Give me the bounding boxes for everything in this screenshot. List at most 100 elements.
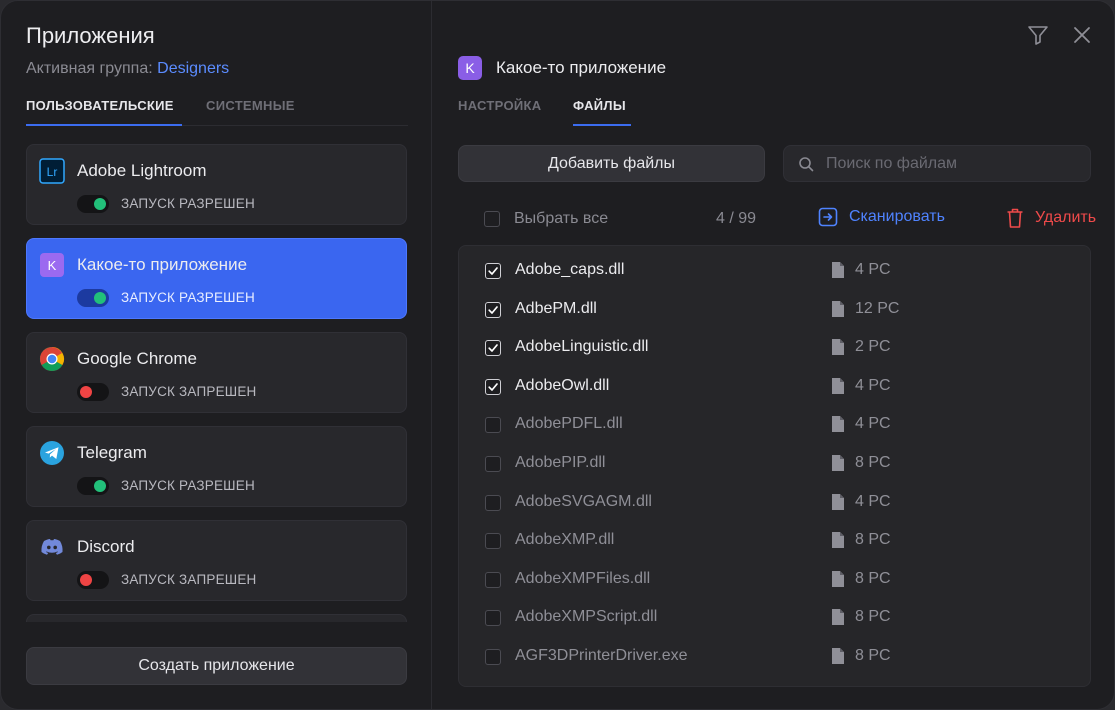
close-icon[interactable] <box>1070 23 1094 47</box>
launch-status: ЗАПУСК РАЗРЕШЕН <box>121 478 255 493</box>
tab-files[interactable]: ФАЙЛЫ <box>573 98 631 126</box>
file-size: 8 PC <box>855 608 891 626</box>
file-row[interactable]: AdobeXMP.dll 8 PC <box>459 522 1090 560</box>
file-checkbox[interactable] <box>485 340 501 357</box>
file-row[interactable]: Adobe_caps.dll 4 PC <box>459 252 1090 290</box>
app-name: Discord <box>77 537 135 556</box>
apps-list[interactable]: Lr Adobe Lightroom ЗАПУСК РАЗРЕШЕН K Как… <box>26 144 407 622</box>
file-checkbox[interactable] <box>485 533 501 550</box>
filter-icon[interactable] <box>1026 23 1050 47</box>
launch-toggle[interactable] <box>77 477 109 495</box>
file-size: 2 PC <box>855 338 891 356</box>
file-row[interactable]: AdobePDFL.dll 4 PC <box>459 406 1090 444</box>
file-size: 8 PC <box>855 647 891 664</box>
file-icon <box>832 300 844 317</box>
file-checkbox[interactable] <box>485 378 501 395</box>
add-files-button[interactable]: Добавить файлы <box>458 145 765 182</box>
file-icon <box>832 609 844 626</box>
tab-settings[interactable]: НАСТРОЙКА <box>458 98 541 126</box>
file-row[interactable]: AdbePM.dll 12 PC <box>459 291 1090 329</box>
file-checkbox[interactable] <box>485 301 501 318</box>
apps-tabs: ПОЛЬЗОВАТЕЛЬСКИЕ СИСТЕМНЫЕ <box>26 98 408 126</box>
launch-toggle[interactable] <box>77 195 109 213</box>
file-row[interactable]: AdobeXMPFiles.dll 8 PC <box>459 561 1090 599</box>
app-tabs: НАСТРОЙКА ФАЙЛЫ <box>458 98 1091 126</box>
select-all-checkbox[interactable] <box>484 211 500 227</box>
file-checkbox[interactable] <box>485 494 501 511</box>
files-list[interactable]: Adobe_caps.dll 4 PC AdbePM.dll 12 PC AdobeLi… <box>458 245 1091 687</box>
file-row[interactable]: AGF3DPrinterDriver.exe 8 PC <box>459 638 1090 676</box>
file-icon <box>832 339 844 356</box>
app-card-partial[interactable] <box>26 614 407 622</box>
check-icon <box>488 344 498 353</box>
app-name: Какое-то приложение <box>77 255 248 274</box>
file-icon <box>832 262 844 278</box>
file-checkbox[interactable] <box>485 456 501 472</box>
file-icon <box>832 648 844 664</box>
file-icon <box>832 416 844 433</box>
file-checkbox[interactable] <box>485 649 501 665</box>
search-icon <box>799 156 814 171</box>
app-name: Telegram <box>77 443 147 462</box>
delete-label: Удалить <box>1035 209 1097 226</box>
search-input[interactable] <box>826 154 1076 173</box>
app-name: Adobe Lightroom <box>77 161 207 180</box>
apps-panel: Приложения Активная группа: Designers ПО… <box>1 1 432 709</box>
file-name: AdobeSVGAGM.dll <box>515 492 652 510</box>
scan-icon <box>818 207 838 227</box>
file-row[interactable]: AdobePIP.dll 8 PC <box>459 445 1090 483</box>
file-row[interactable]: AdobeSVGAGM.dll 4 PC <box>459 484 1090 522</box>
launch-toggle[interactable] <box>77 571 109 589</box>
file-name: AdbePM.dll <box>515 299 597 317</box>
app-card-chrome[interactable]: Google Chrome ЗАПУСК ЗАПРЕШЕН <box>26 332 407 413</box>
app-header: K Какое-то приложение <box>458 56 666 80</box>
selected-count: 4 / 99 <box>716 210 757 227</box>
file-name: AdobePIP.dll <box>515 454 606 471</box>
scan-label: Сканировать <box>849 208 945 225</box>
files-toolbar: Выбрать все 4 / 99 Сканировать Удалить <box>458 206 1096 232</box>
launch-status: ЗАПУСК РАЗРЕШЕН <box>121 196 255 211</box>
app-card-discord[interactable]: Discord ЗАПУСК ЗАПРЕШЕН <box>26 520 407 601</box>
file-icon <box>832 532 844 549</box>
applications-window: Приложения Активная группа: Designers ПО… <box>0 0 1115 710</box>
tab-system[interactable]: СИСТЕМНЫЕ <box>206 98 295 126</box>
file-icon <box>832 493 844 510</box>
lightroom-icon: Lr <box>39 158 65 184</box>
file-size: 4 PC <box>855 376 891 394</box>
file-checkbox[interactable] <box>485 417 501 434</box>
trash-icon <box>1007 208 1023 228</box>
tab-user[interactable]: ПОЛЬЗОВАТЕЛЬСКИЕ <box>26 98 182 126</box>
check-icon <box>488 305 498 314</box>
file-row[interactable]: AdobeXMPScript.dll 8 PC <box>459 599 1090 637</box>
file-icon <box>832 570 844 587</box>
active-group-link[interactable]: Designers <box>157 60 229 77</box>
file-checkbox[interactable] <box>485 263 501 279</box>
create-app-button[interactable]: Создать приложение <box>26 647 407 685</box>
file-name: AGF3DPrinterDriver.exe <box>515 647 688 664</box>
app-card-lightroom[interactable]: Lr Adobe Lightroom ЗАПУСК РАЗРЕШЕН <box>26 144 407 225</box>
check-icon <box>488 267 498 275</box>
svg-text:K: K <box>48 258 57 273</box>
file-size: 4 PC <box>855 492 891 510</box>
file-checkbox[interactable] <box>485 610 501 627</box>
app-card-some-app[interactable]: K Какое-то приложение ЗАПУСК РАЗРЕШЕН <box>26 238 407 319</box>
file-search[interactable] <box>783 145 1091 182</box>
app-badge-icon: K <box>458 56 482 80</box>
select-all-label[interactable]: Выбрать все <box>514 210 608 228</box>
file-checkbox[interactable] <box>485 571 501 588</box>
file-size: 8 PC <box>855 531 891 549</box>
app-card-telegram[interactable]: Telegram ЗАПУСК РАЗРЕШЕН <box>26 426 407 507</box>
launch-toggle[interactable] <box>77 383 109 401</box>
file-icon <box>832 455 844 471</box>
file-icon <box>832 377 844 394</box>
file-size: 4 PC <box>855 415 891 433</box>
launch-status: ЗАПУСК ЗАПРЕШЕН <box>121 384 257 399</box>
discord-icon <box>41 539 63 555</box>
app-name: Google Chrome <box>77 349 198 368</box>
delete-button[interactable]: Удалить <box>1006 207 1096 229</box>
launch-toggle[interactable] <box>77 289 109 307</box>
launch-status: ЗАПУСК РАЗРЕШЕН <box>121 290 255 305</box>
file-row[interactable]: AdobeOwl.dll 4 PC <box>459 368 1090 406</box>
scan-button[interactable]: Сканировать <box>818 207 945 227</box>
file-row[interactable]: AdobeLinguistic.dll 2 PC <box>459 329 1090 367</box>
